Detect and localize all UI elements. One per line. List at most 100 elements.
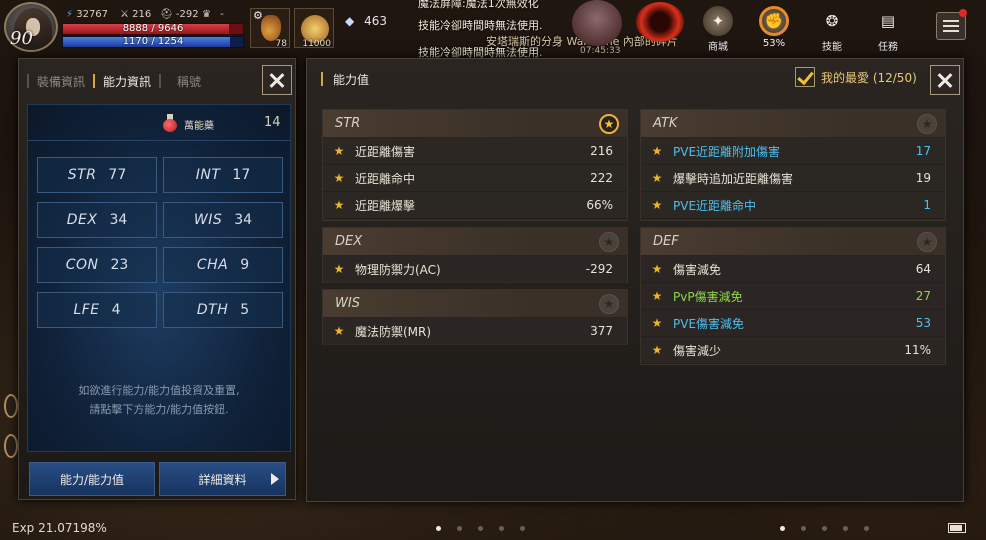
favorite-star-icon[interactable]: ★ [599,232,619,252]
star-icon[interactable]: ★ [323,171,355,185]
section-def: DEF ★ ★ 傷害減免 64 ★ PvP傷害減免 27 ★ PVE傷害減免 5… [640,227,946,365]
power-icon: ⚡ [66,9,74,20]
crystal-counter: ◆ 463 [345,14,387,28]
trophy-icon: ♛ [202,9,211,20]
tab-ability[interactable]: 能力資訊 [95,73,159,90]
star-icon[interactable]: ★ [323,262,355,276]
section-title: STR [335,116,361,131]
section-wis: WIS ★ ★ 魔法防禦(MR) 377 [322,289,628,345]
close-button[interactable] [262,65,292,95]
stat-con[interactable]: CON 23 [37,247,157,283]
shop-icon: ✦ [703,6,733,36]
star-icon[interactable]: ★ [641,289,673,303]
favorite-star-icon[interactable]: ★ [599,294,619,314]
quick-slot-scroll[interactable]: 11000 [294,8,334,49]
weight-button[interactable]: ✊ 53% [754,6,794,49]
stats-detail-panel: 能力值 我的最愛 (12/50) STR ★ ★ 近距離傷害 216 ★ 近距離… [306,58,964,502]
stat-row: ★ 魔法防禦(MR) 377 [323,318,627,345]
stat-wis[interactable]: WIS 34 [163,202,283,238]
section-title: DEX [335,234,363,249]
defense-stat: ⛑ -292 [160,9,199,20]
section-title: ATK [653,116,678,131]
stat-box: 萬能藥 14 STR 77 INT 17 DEX 34 WIS 34 CON 23 CHA… [27,104,291,452]
exp-readout: Exp 21.07198% [12,521,107,535]
arrow-right-icon [271,473,279,485]
stat-row: ★ 近距離傷害 216 [323,138,627,165]
section-title: WIS [335,296,360,311]
quest-button[interactable]: ▤ 任務 [868,6,908,53]
tab-bar: 裝備資訊 能力資訊 稱號 [27,67,209,95]
stat-row: ★ 物理防禦力(AC) -292 [323,256,627,283]
stat-row: ★ PVE近距離附加傷害 17 [641,138,945,165]
side-orb-icon[interactable] [4,434,18,458]
stat-row: ★ 近距離命中 222 [323,165,627,192]
stat-row: ★ 傷害減少 11% [641,337,945,364]
tab-title[interactable]: 稱號 [161,73,209,90]
hp-bar: 8888 / 9646 [62,23,244,35]
battery-icon [948,523,966,533]
notification-dot [959,9,967,17]
character-level: 90 [10,28,33,49]
system-message: 技能冷卻時間時無法使用. [418,19,543,32]
section-title: DEF [653,234,679,249]
trophy-stat: ♛ - [202,9,224,20]
star-icon[interactable]: ★ [323,324,355,338]
favorite-star-icon[interactable]: ★ [917,232,937,252]
star-icon[interactable]: ★ [641,343,673,357]
stat-dex[interactable]: DEX 34 [37,202,157,238]
sword-icon: ⚔ [120,9,129,20]
stat-str[interactable]: STR 77 [37,157,157,193]
top-hud: 90 ⚡ 32767 ⚔ 216 ⛑ -292 ♛ - 8888 / 9646 … [0,0,986,59]
stat-lfe[interactable]: LFE 4 [37,292,157,328]
hp-text: 8888 / 9646 [122,23,184,34]
details-button[interactable]: 詳細資料 [159,462,286,496]
ability-info-panel: 裝備資訊 能力資訊 稱號 萬能藥 14 STR 77 INT 17 DEX 34 WI… [18,58,296,500]
reset-hint: 如欲進行能力/能力值投資及重置, 請點擊下方能力/能力值按鈕. [78,384,240,416]
stat-row: ★ PVE傷害減免 53 [641,310,945,337]
favorite-star-icon[interactable]: ★ [599,114,619,134]
stat-cha[interactable]: CHA 9 [163,247,283,283]
stat-dth[interactable]: DTH 5 [163,292,283,328]
stat-row: ★ 傷害減免 64 [641,256,945,283]
star-icon[interactable]: ★ [641,144,673,158]
gear-icon: ⚙ [253,9,263,22]
power-stat: ⚡ 32767 [66,9,109,20]
stat-row: ★ 爆擊時追加近距離傷害 19 [641,165,945,192]
star-icon[interactable]: ★ [323,144,355,158]
skill-icon: ❂ [825,12,839,30]
attack-stat: ⚔ 216 [120,9,152,20]
close-button[interactable] [930,65,960,95]
favorites-checkbox[interactable] [795,67,815,87]
skill-button[interactable]: ❂ 技能 [812,6,852,53]
favorites-label: 我的最愛 (12/50) [821,70,917,85]
mp-text: 1170 / 1254 [122,36,184,47]
page-indicator [436,526,525,531]
star-icon[interactable]: ★ [641,262,673,276]
elixir-header: 萬能藥 14 [28,105,290,141]
elixir-count: 14 [264,115,281,130]
stat-row: ★ 近距離爆擊 66% [323,192,627,219]
elixir-label: 萬能藥 [184,121,214,132]
side-orb-icon[interactable] [4,394,18,418]
favorites-toggle[interactable]: 我的最愛 (12/50) [795,67,917,87]
crystal-icon: ◆ [345,14,355,28]
red-portal-icon[interactable] [636,2,684,42]
star-icon[interactable]: ★ [641,316,673,330]
star-icon[interactable]: ★ [641,171,673,185]
boss-portrait[interactable] [572,0,622,46]
stat-row: ★ PvP傷害減免 27 [641,283,945,310]
tab-equipment[interactable]: 裝備資訊 [29,73,93,90]
shop-button[interactable]: ✦ 商城 [698,6,738,53]
stat-row: ★ PVE近距離命中 1 [641,192,945,219]
quick-slot-potion[interactable]: ⚙ 78 [250,8,290,49]
timer-text: 07:45:33 [580,46,621,56]
star-icon[interactable]: ★ [323,198,355,212]
potion-slot-icon [261,15,281,41]
stat-int[interactable]: INT 17 [163,157,283,193]
weight-icon: ✊ [759,6,789,36]
ability-points-button[interactable]: 能力/能力值 [29,462,155,496]
section-str: STR ★ ★ 近距離傷害 216 ★ 近距離命中 222 ★ 近距離爆擊 66… [322,109,628,221]
favorite-star-icon[interactable]: ★ [917,114,937,134]
star-icon[interactable]: ★ [641,198,673,212]
page-indicator [780,526,869,531]
